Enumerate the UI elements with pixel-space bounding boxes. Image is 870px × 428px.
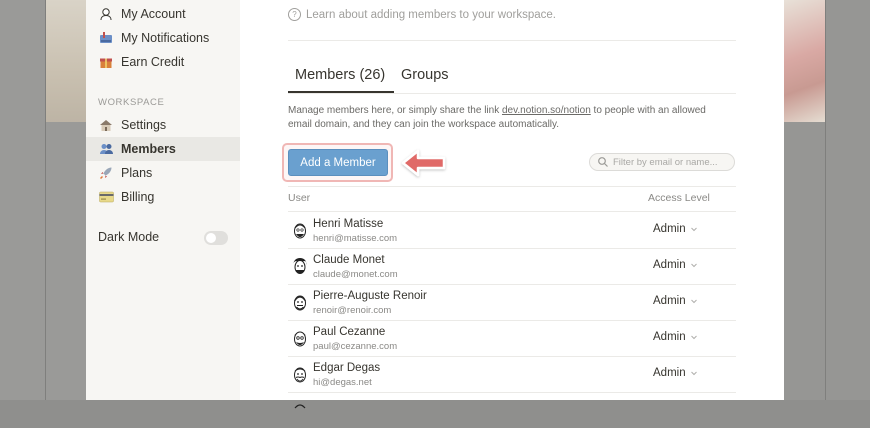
member-email: claude@monet.com bbox=[313, 269, 398, 280]
member-row-partial bbox=[288, 392, 736, 428]
notifications-icon bbox=[98, 30, 114, 46]
background-photo-right bbox=[784, 0, 825, 122]
divider bbox=[288, 40, 736, 41]
member-name: Paul Cezanne bbox=[313, 326, 386, 338]
member-email: paul@cezanne.com bbox=[313, 341, 398, 352]
member-row: Pierre-Auguste Renoir renoir@renoir.com … bbox=[288, 284, 736, 321]
dark-mode-toggle[interactable] bbox=[204, 231, 228, 245]
account-icon bbox=[98, 6, 114, 22]
question-mark-icon: ? bbox=[288, 8, 301, 21]
access-level-value: Admin bbox=[653, 367, 686, 379]
avatar bbox=[294, 223, 306, 239]
member-name: Edgar Degas bbox=[313, 362, 381, 374]
members-icon bbox=[98, 141, 114, 157]
house-icon bbox=[98, 117, 114, 133]
access-level-value: Admin bbox=[653, 295, 686, 307]
sidebar-item-earn-credit[interactable]: Earn Credit bbox=[86, 50, 240, 74]
sidebar-item-members[interactable]: Members bbox=[86, 137, 240, 161]
learn-text: Learn about adding members to your works… bbox=[306, 8, 556, 21]
member-name: Henri Matisse bbox=[313, 218, 384, 230]
filter-input[interactable] bbox=[613, 156, 723, 168]
sidebar-item-billing[interactable]: Billing bbox=[86, 185, 240, 209]
member-row: Paul Cezanne paul@cezanne.com Admin bbox=[288, 320, 736, 357]
pointer-arrow-icon bbox=[401, 149, 446, 177]
column-header-user: User bbox=[288, 192, 311, 204]
avatar bbox=[294, 331, 306, 347]
toggle-knob bbox=[206, 233, 216, 243]
access-level-dropdown[interactable]: Admin bbox=[653, 295, 698, 307]
gift-icon bbox=[98, 54, 114, 70]
description-text: Manage members here, or simply share the… bbox=[288, 105, 502, 116]
sidebar-item-label: Earn Credit bbox=[121, 55, 185, 69]
chevron-down-icon bbox=[690, 263, 697, 268]
member-filter-field[interactable] bbox=[589, 153, 735, 171]
member-row: Claude Monet claude@monet.com Admin bbox=[288, 248, 736, 285]
chevron-down-icon bbox=[690, 227, 697, 232]
avatar bbox=[294, 404, 306, 409]
learn-link[interactable]: ? Learn about adding members to your wor… bbox=[288, 8, 556, 21]
sidebar-item-label: Billing bbox=[121, 190, 155, 204]
workspace-link[interactable]: dev.notion.so/notion bbox=[502, 105, 591, 116]
settings-sidebar: My Account My Notifications Earn Credit … bbox=[86, 0, 240, 400]
sidebar-item-label: Settings bbox=[121, 118, 167, 132]
sidebar-item-plans[interactable]: Plans bbox=[86, 161, 240, 185]
access-level-dropdown[interactable]: Admin bbox=[653, 331, 698, 343]
tab-divider bbox=[288, 93, 736, 94]
member-email: renoir@renoir.com bbox=[313, 305, 392, 316]
member-row: Edgar Degas hi@degas.net Admin bbox=[288, 356, 736, 393]
member-name: Claude Monet bbox=[313, 254, 385, 266]
rocket-icon bbox=[98, 165, 114, 181]
member-email: henri@matisse.com bbox=[313, 233, 398, 244]
settings-window: My Account My Notifications Earn Credit … bbox=[86, 0, 784, 409]
sidebar-item-label: Members bbox=[121, 142, 176, 156]
chevron-down-icon bbox=[690, 371, 697, 376]
credit-card-icon bbox=[98, 189, 114, 205]
sidebar-item-label: My Notifications bbox=[121, 31, 210, 45]
access-level-value: Admin bbox=[653, 331, 686, 343]
column-header-access-level: Access Level bbox=[648, 192, 710, 204]
sidebar-section-heading: WORKSPACE bbox=[98, 97, 165, 108]
chevron-down-icon bbox=[690, 335, 697, 340]
dark-mode-label: Dark Mode bbox=[98, 230, 160, 244]
members-panel: ? Learn about adding members to your wor… bbox=[240, 0, 784, 409]
access-level-value: Admin bbox=[653, 259, 686, 271]
chevron-down-icon bbox=[690, 299, 697, 304]
members-description: Manage members here, or simply share the… bbox=[288, 104, 708, 132]
background-photo-left bbox=[45, 0, 86, 122]
frame-edge bbox=[825, 0, 826, 400]
sidebar-item-settings[interactable]: Settings bbox=[86, 113, 240, 137]
sidebar-item-my-notifications[interactable]: My Notifications bbox=[86, 26, 240, 50]
access-level-dropdown[interactable]: Admin bbox=[653, 367, 698, 379]
avatar bbox=[294, 295, 306, 311]
access-level-dropdown[interactable]: Admin bbox=[653, 259, 698, 271]
tab-members[interactable]: Members (26) bbox=[295, 67, 385, 83]
avatar bbox=[293, 258, 307, 274]
sidebar-item-my-account[interactable]: My Account bbox=[86, 2, 240, 26]
member-row: Henri Matisse henri@matisse.com Admin bbox=[288, 212, 736, 249]
access-level-dropdown[interactable]: Admin bbox=[653, 223, 698, 235]
search-icon bbox=[598, 157, 608, 167]
sidebar-item-label: My Account bbox=[121, 7, 186, 21]
frame-edge bbox=[45, 0, 46, 400]
tab-groups[interactable]: Groups bbox=[401, 67, 449, 83]
sidebar-item-label: Plans bbox=[121, 166, 153, 180]
member-email: hi@degas.net bbox=[313, 377, 372, 388]
avatar bbox=[294, 367, 306, 383]
access-level-value: Admin bbox=[653, 223, 686, 235]
add-member-button[interactable]: Add a Member bbox=[288, 149, 388, 176]
member-name: Pierre-Auguste Renoir bbox=[313, 290, 427, 302]
divider bbox=[288, 186, 736, 187]
